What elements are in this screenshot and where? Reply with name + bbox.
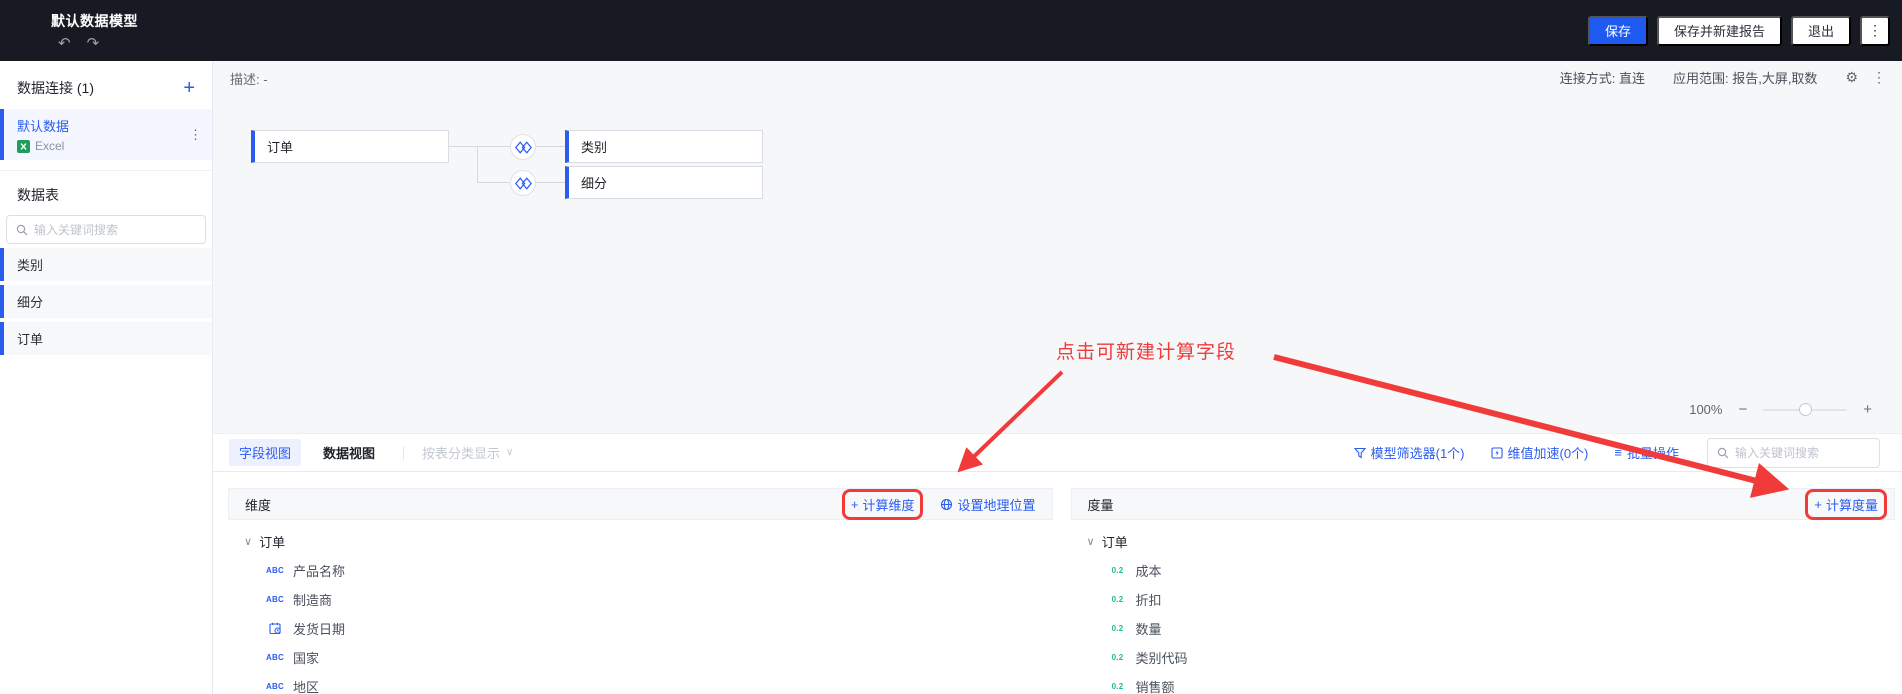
table-item-segment[interactable]: 细分 — [0, 285, 212, 318]
measure-field[interactable]: 0.2 数量 — [1071, 614, 1896, 643]
measure-field[interactable]: 0.2 折扣 — [1071, 585, 1896, 614]
add-calc-dimension-button[interactable]: + 计算维度 — [841, 488, 924, 520]
edge-line — [477, 146, 478, 183]
chevron-down-icon: ∨ — [506, 447, 514, 458]
add-calc-measure-button[interactable]: + 计算度量 — [1805, 488, 1887, 520]
zoom-in-button[interactable]: + — [1863, 401, 1872, 418]
connect-mode-label: 连接方式: 直连 — [1559, 71, 1645, 86]
annotation-text: 点击可新建计算字段 — [1056, 342, 1237, 363]
dimension-group-orders[interactable]: ∨ 订单 — [228, 526, 1053, 556]
description-text: 描述: - — [230, 72, 268, 87]
table-search[interactable] — [6, 215, 206, 244]
tab-field-view[interactable]: 字段视图 — [229, 439, 302, 466]
set-geo-role-button[interactable]: 设置地理位置 — [940, 495, 1036, 514]
dimension-field[interactable]: 发货日期 — [228, 614, 1053, 643]
batch-operations-link[interactable]: ≡ 批量操作 — [1614, 443, 1679, 462]
connection-item[interactable]: 默认数据 Excel ⋮ — [0, 109, 212, 160]
search-icon — [1717, 447, 1729, 459]
join-relation-icon[interactable] — [510, 170, 536, 196]
group-by-table-dropdown[interactable]: 按表分类显示 ∨ — [422, 443, 513, 462]
dimension-field[interactable]: ABC 国家 — [228, 643, 1053, 672]
node-orders[interactable]: 订单 — [251, 130, 449, 163]
date-type-icon — [265, 622, 285, 635]
number-type-icon: 0.2 — [1111, 653, 1124, 662]
globe-icon — [940, 498, 953, 511]
connection-name: 默认数据 — [17, 119, 70, 134]
connection-type: Excel — [35, 139, 65, 153]
zoom-level: 100% — [1689, 402, 1723, 417]
zoom-slider-handle[interactable] — [1799, 402, 1813, 416]
model-canvas: 描述: - 连接方式: 直连 应用范围: 报告,大屏,取数 ⚙ ⋮ 订单 类别 … — [213, 61, 1902, 433]
exit-button[interactable]: 退出 — [1790, 15, 1851, 46]
field-search-input[interactable] — [1735, 445, 1870, 460]
canvas-more-icon[interactable]: ⋮ — [1872, 69, 1886, 86]
undo-icon[interactable]: ↶ — [58, 36, 71, 51]
save-and-new-report-button[interactable]: 保存并新建报告 — [1656, 15, 1782, 46]
redo-icon[interactable]: ↷ — [87, 36, 100, 51]
edge-line — [536, 146, 565, 147]
kebab-icon: ⋮ — [1868, 22, 1882, 38]
table-item-category[interactable]: 类别 — [0, 248, 212, 281]
model-filter-link[interactable]: 模型筛选器(1个) — [1353, 443, 1465, 462]
zoom-out-button[interactable]: − — [1738, 401, 1747, 418]
scope-label: 应用范围: 报告,大屏,取数 — [1672, 71, 1818, 86]
measures-title: 度量 — [1087, 497, 1114, 513]
accelerate-icon — [1490, 446, 1503, 459]
hamburger-icon: ≡ — [1614, 445, 1622, 460]
save-button[interactable]: 保存 — [1587, 15, 1648, 46]
sidebar: 数据连接 (1) + 默认数据 Excel ⋮ 数据表 类别 细分 订单 — [0, 61, 213, 694]
edge-line — [449, 146, 510, 147]
text-type-icon: ABC — [266, 566, 284, 575]
topbar: 默认数据模型 ↶ ↷ 保存 保存并新建报告 退出 ⋮ — [0, 0, 1902, 61]
add-connection-button[interactable]: + — [183, 78, 195, 98]
join-relation-icon[interactable] — [510, 134, 536, 160]
zoom-slider[interactable] — [1763, 402, 1848, 416]
search-icon — [16, 224, 28, 236]
dimension-field[interactable]: ABC 产品名称 — [228, 556, 1053, 585]
table-item-orders[interactable]: 订单 — [0, 322, 212, 355]
measures-panel: 度量 + 计算度量 ∨ 订单 0.2 成本 0.2 折扣 0.2 数量 0.2 … — [1070, 488, 1896, 694]
topbar-more-button[interactable]: ⋮ — [1860, 15, 1890, 46]
measure-group-orders[interactable]: ∨ 订单 — [1071, 526, 1896, 556]
number-type-icon: 0.2 — [1111, 595, 1124, 604]
edge-line — [477, 182, 510, 183]
connection-more-icon[interactable]: ⋮ — [189, 127, 202, 143]
measure-field[interactable]: 0.2 类别代码 — [1071, 643, 1896, 672]
edge-line — [536, 182, 565, 183]
measure-field[interactable]: 0.2 成本 — [1071, 556, 1896, 585]
table-search-input[interactable] — [34, 222, 196, 237]
node-segment[interactable]: 细分 — [565, 166, 763, 199]
node-category[interactable]: 类别 — [565, 130, 763, 163]
chevron-down-icon: ∨ — [1086, 535, 1095, 548]
dim-accelerate-link[interactable]: 维值加速(0个) — [1490, 443, 1588, 462]
filter-icon — [1353, 447, 1366, 459]
gear-icon[interactable]: ⚙ — [1845, 69, 1858, 86]
number-type-icon: 0.2 — [1111, 624, 1124, 633]
model-title: 默认数据模型 — [51, 12, 138, 29]
number-type-icon: 0.2 — [1111, 682, 1124, 691]
text-type-icon: ABC — [266, 653, 284, 662]
fields-section: 字段视图 数据视图 按表分类显示 ∨ 模型筛选器(1个) 维值加速(0个) ≡ … — [213, 433, 1902, 694]
data-connections-label: 数据连接 (1) — [17, 80, 94, 96]
tab-data-view[interactable]: 数据视图 — [313, 439, 385, 466]
dimensions-title: 维度 — [245, 497, 272, 513]
measure-field[interactable]: 0.2 销售额 — [1071, 672, 1896, 694]
data-tables-label: 数据表 — [17, 187, 59, 203]
dimension-field[interactable]: ABC 地区 — [228, 672, 1053, 694]
dimensions-panel: 维度 + 计算维度 设置地理位置 ∨ 订单 ABC 产品名称 ABC 制造商 发… — [228, 488, 1053, 694]
tab-separator — [403, 445, 405, 460]
field-search[interactable] — [1707, 437, 1880, 468]
text-type-icon: ABC — [266, 595, 284, 604]
text-type-icon: ABC — [266, 682, 284, 691]
excel-icon — [17, 139, 30, 153]
plus-icon: + — [1814, 496, 1822, 512]
number-type-icon: 0.2 — [1111, 566, 1124, 575]
chevron-down-icon: ∨ — [244, 535, 253, 548]
plus-icon: + — [850, 496, 859, 512]
dimension-field[interactable]: ABC 制造商 — [228, 585, 1053, 614]
